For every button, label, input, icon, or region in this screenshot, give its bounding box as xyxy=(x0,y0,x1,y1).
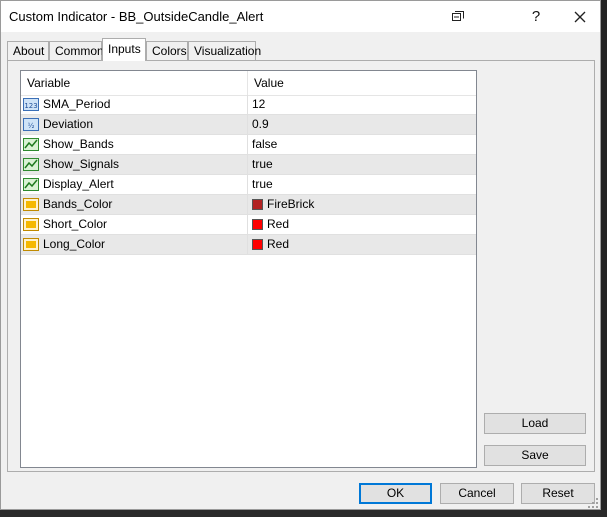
table-row[interactable]: Long_Color Red xyxy=(21,235,476,255)
integer-icon: 123 xyxy=(23,98,39,111)
table-row[interactable]: Show_Signals true xyxy=(21,155,476,175)
background-chart-edge xyxy=(601,0,607,517)
background-chart-bottom xyxy=(0,510,607,517)
row-value-cell[interactable]: Red xyxy=(248,215,476,234)
load-button[interactable]: Load xyxy=(484,413,586,434)
table-row[interactable]: Show_Bands false xyxy=(21,135,476,155)
help-icon: ? xyxy=(531,8,541,25)
row-value-cell[interactable]: 0.9 xyxy=(248,115,476,134)
window-title: Custom Indicator - BB_OutsideCandle_Aler… xyxy=(9,9,264,24)
inputs-table[interactable]: Variable Value 123 SMA_Period 12 ½ Devia… xyxy=(20,70,477,468)
svg-text:½: ½ xyxy=(28,122,35,130)
row-name-cell: Bands_Color xyxy=(21,195,248,214)
variable-name: Short_Color xyxy=(43,217,108,231)
boolean-icon xyxy=(23,178,39,191)
variable-value: 12 xyxy=(252,97,266,111)
variable-name: Show_Bands xyxy=(43,137,114,151)
tab-about[interactable]: About xyxy=(7,41,49,60)
close-icon xyxy=(574,11,586,22)
row-name-cell: 123 SMA_Period xyxy=(21,95,248,114)
row-value-cell[interactable]: true xyxy=(248,155,476,174)
row-value-cell[interactable]: FireBrick xyxy=(248,195,476,214)
variable-value: Red xyxy=(267,237,290,251)
ok-button[interactable]: OK xyxy=(359,483,432,504)
variable-name: Show_Signals xyxy=(43,157,120,171)
restore-icon xyxy=(452,11,464,21)
row-name-cell: Short_Color xyxy=(21,215,248,234)
row-value-cell[interactable]: Red xyxy=(248,235,476,254)
cancel-button[interactable]: Cancel xyxy=(440,483,514,504)
close-button[interactable] xyxy=(560,1,600,32)
row-name-cell: Show_Signals xyxy=(21,155,248,174)
tab-visualization[interactable]: Visualization xyxy=(188,41,261,60)
double-icon: ½ xyxy=(23,118,39,131)
svg-text:123: 123 xyxy=(24,102,37,110)
boolean-icon xyxy=(23,158,39,171)
reset-button[interactable]: Reset xyxy=(521,483,595,504)
tab-common[interactable]: Common xyxy=(49,41,104,60)
variable-name: Long_Color xyxy=(43,237,106,251)
color-swatch xyxy=(252,239,263,250)
custom-indicator-dialog: Custom Indicator - BB_OutsideCandle_Aler… xyxy=(0,0,601,510)
variable-name: Display_Alert xyxy=(43,177,114,191)
table-row[interactable]: Display_Alert true xyxy=(21,175,476,195)
row-name-cell: Show_Bands xyxy=(21,135,248,154)
row-value-cell[interactable]: true xyxy=(248,175,476,194)
color-icon xyxy=(23,238,39,251)
row-name-cell: ½ Deviation xyxy=(21,115,248,134)
color-swatch xyxy=(252,199,263,210)
color-swatch xyxy=(252,219,263,230)
row-name-cell: Display_Alert xyxy=(21,175,248,194)
boolean-icon xyxy=(23,138,39,151)
restore-button[interactable] xyxy=(438,1,478,32)
variable-name: Deviation xyxy=(43,117,94,131)
variable-value: true xyxy=(252,157,273,171)
tab-inputs[interactable]: Inputs xyxy=(102,38,146,61)
table-row[interactable]: Bands_Color FireBrick xyxy=(21,195,476,215)
row-value-cell[interactable]: 12 xyxy=(248,95,476,114)
variable-value: 0.9 xyxy=(252,117,269,131)
title-bar: Custom Indicator - BB_OutsideCandle_Aler… xyxy=(1,1,600,32)
resize-grip-icon[interactable] xyxy=(587,497,599,509)
row-name-cell: Long_Color xyxy=(21,235,248,254)
inputs-panel: Variable Value 123 SMA_Period 12 ½ Devia… xyxy=(7,60,595,472)
table-row[interactable]: Short_Color Red xyxy=(21,215,476,235)
save-button[interactable]: Save xyxy=(484,445,586,466)
header-variable[interactable]: Variable xyxy=(21,71,248,95)
variable-name: SMA_Period xyxy=(43,97,111,111)
variable-value: FireBrick xyxy=(267,197,315,211)
row-value-cell[interactable]: false xyxy=(248,135,476,154)
help-button[interactable]: ? xyxy=(516,1,556,32)
table-header: Variable Value xyxy=(21,71,476,96)
variable-value: false xyxy=(252,137,278,151)
header-value[interactable]: Value xyxy=(248,71,476,95)
table-row[interactable]: 123 SMA_Period 12 xyxy=(21,95,476,115)
variable-value: Red xyxy=(267,217,290,231)
table-row[interactable]: ½ Deviation 0.9 xyxy=(21,115,476,135)
tab-colors[interactable]: Colors xyxy=(146,41,188,60)
variable-name: Bands_Color xyxy=(43,197,113,211)
color-icon xyxy=(23,198,39,211)
variable-value: true xyxy=(252,177,273,191)
color-icon xyxy=(23,218,39,231)
